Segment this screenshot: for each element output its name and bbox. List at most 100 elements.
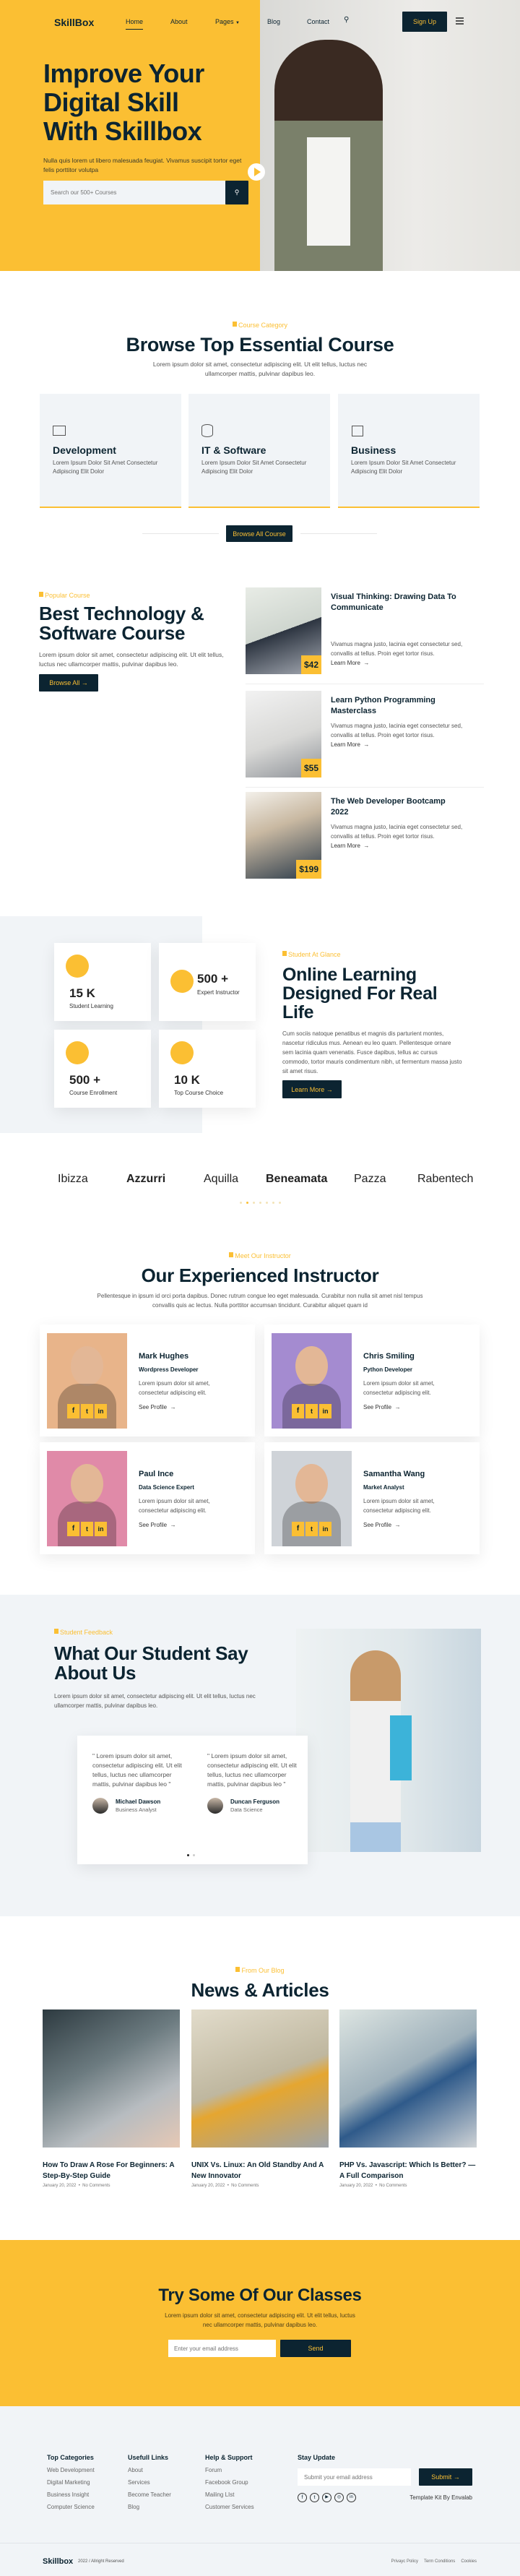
instructor-name: Chris Smiling [363, 1352, 415, 1361]
cta-email-input[interactable] [168, 2340, 276, 2357]
carousel-dots[interactable] [187, 1854, 195, 1856]
arrow-right-icon: → [363, 741, 370, 748]
footer-column-title: Help & Support [205, 2454, 253, 2461]
footer-credit[interactable]: Template Kit By Envalab [390, 2494, 472, 2501]
footer-link[interactable]: Digital Marketing [47, 2479, 95, 2486]
category-text: Lorem Ipsum Dolor Sit Amet Consectetur A… [202, 460, 307, 475]
footer-link[interactable]: Become Teacher [128, 2491, 171, 2498]
news-title[interactable]: UNIX Vs. Linux: An Old Standby And A New… [191, 2160, 329, 2181]
button-label: Submit [431, 2473, 452, 2481]
linkedin-icon[interactable]: in [95, 1522, 107, 1536]
news-date: January 20, 2022 [43, 2184, 77, 2188]
footer-link[interactable]: Blog [128, 2504, 171, 2510]
cookies-link[interactable]: Cookies [461, 2559, 477, 2564]
search-icon[interactable]: ⚲ [344, 16, 349, 24]
instagram-icon[interactable]: ◎ [334, 2493, 344, 2502]
see-profile-link[interactable]: See Profile → [363, 1404, 401, 1410]
instructor-role: Market Analyst [363, 1484, 404, 1491]
twitter-icon[interactable]: t [306, 1522, 318, 1536]
instructor-text: Lorem ipsum dolor sit amet, consectetur … [139, 1498, 210, 1514]
category-card[interactable]: IT & Software Lorem Ipsum Dolor Sit Amet… [188, 394, 330, 508]
search-button[interactable]: ⚲ [225, 181, 248, 204]
footer-link[interactable]: Web Development [47, 2467, 95, 2473]
see-profile-link[interactable]: See Profile → [363, 1522, 401, 1528]
footer-email-input[interactable] [298, 2468, 411, 2486]
terms-link[interactable]: Term Conditions [424, 2559, 455, 2564]
news-comments[interactable]: No Comments [82, 2184, 110, 2188]
see-profile-link[interactable]: See Profile → [139, 1522, 176, 1528]
nav-about[interactable]: About [170, 18, 188, 25]
nav-home[interactable]: Home [126, 18, 144, 30]
nav-blog[interactable]: Blog [267, 18, 280, 25]
news-title[interactable]: How To Draw A Rose For Beginners: A Step… [43, 2160, 180, 2181]
learn-more-link[interactable]: Learn More → [331, 660, 369, 666]
send-button[interactable]: Send [280, 2340, 351, 2357]
link-label: Learn More [331, 843, 360, 849]
course-item[interactable]: $42 Visual Thinking: Drawing Data To Com… [246, 587, 484, 676]
twitter-icon[interactable]: t [310, 2493, 319, 2502]
youtube-icon[interactable]: ▶ [322, 2493, 332, 2502]
course-title[interactable]: Visual Thinking: Drawing Data To Communi… [331, 592, 464, 613]
facebook-icon[interactable]: f [67, 1522, 79, 1536]
course-title[interactable]: The Web Developer Bootcamp 2022 [331, 796, 464, 818]
footer-link[interactable]: Customer Services [205, 2504, 254, 2510]
logo[interactable]: SkillBox [54, 17, 94, 28]
news-title[interactable]: PHP Vs. Javascript: Which Is Better? — A… [339, 2160, 477, 2181]
twitter-icon[interactable]: t [81, 1522, 93, 1536]
course-title[interactable]: Learn Python Programming Masterclass [331, 695, 464, 717]
course-item[interactable]: $55 Learn Python Programming Masterclass… [246, 691, 484, 779]
section-text: Lorem ipsum dolor sit amet, consectetur … [54, 1693, 256, 1709]
linkedin-icon[interactable]: in [319, 1404, 332, 1418]
footer-link[interactable]: Facebook Group [205, 2479, 254, 2486]
stat-card: 500 + Expert Instructor [159, 943, 256, 1021]
hero: SkillBox Home About Pages ▼ Blog Contact… [0, 0, 520, 271]
category-card[interactable]: Development Lorem Ipsum Dolor Sit Amet C… [40, 394, 181, 508]
browse-all-course-button[interactable]: Browse All Course [226, 525, 292, 542]
privacy-link[interactable]: Privayc Policy [391, 2559, 418, 2564]
footer-link[interactable]: About [128, 2467, 171, 2473]
news-card[interactable]: UNIX Vs. Linux: An Old Standby And A New… [191, 2009, 329, 2188]
signup-button[interactable]: Sign Up [402, 12, 447, 32]
footer-link[interactable]: Mailing LIst [205, 2491, 254, 2498]
briefcase-icon [352, 426, 363, 436]
facebook-icon[interactable]: f [298, 2493, 307, 2502]
play-button[interactable] [248, 163, 265, 181]
course-item[interactable]: $199 The Web Developer Bootcamp 2022 Viv… [246, 792, 484, 880]
news-comments[interactable]: No Comments [379, 2184, 407, 2188]
learn-more-link[interactable]: Learn More → [331, 741, 369, 748]
news-comments[interactable]: No Comments [231, 2184, 259, 2188]
section-text: Cum sociis natoque penatibus et magnis d… [282, 1030, 462, 1074]
news-card[interactable]: PHP Vs. Javascript: Which Is Better? — A… [339, 2009, 477, 2188]
course-search-input[interactable] [43, 181, 225, 204]
learn-more-link[interactable]: Learn More → [331, 843, 369, 849]
carousel-dots[interactable] [238, 1202, 282, 1204]
twitter-icon[interactable]: t [81, 1404, 93, 1418]
learn-more-button[interactable]: Learn More → [282, 1080, 342, 1098]
linkedin-icon[interactable]: in [319, 1522, 332, 1536]
facebook-icon[interactable]: f [67, 1404, 79, 1418]
nav-contact[interactable]: Contact [307, 18, 329, 25]
monitor-icon [53, 426, 66, 436]
see-profile-link[interactable]: See Profile → [139, 1404, 176, 1410]
footer-link[interactable]: Forum [205, 2467, 254, 2473]
category-title: Development [53, 444, 116, 456]
footer-submit-button[interactable]: Submit → [419, 2468, 472, 2486]
nav-pages[interactable]: Pages ▼ [215, 18, 240, 25]
testimonial-name: Duncan Ferguson [230, 1799, 280, 1805]
category-card[interactable]: Business Lorem Ipsum Dolor Sit Amet Cons… [338, 394, 480, 508]
hamburger-menu-icon[interactable] [456, 17, 464, 25]
news-card[interactable]: How To Draw A Rose For Beginners: A Step… [43, 2009, 180, 2188]
footer-link[interactable]: Computer Science [47, 2504, 95, 2510]
footer-link[interactable]: Business Insight [47, 2491, 95, 2498]
footer-logo[interactable]: Skillbox [43, 2557, 73, 2566]
instructor-text: Lorem ipsum dolor sit amet, consectetur … [363, 1380, 435, 1396]
browse-all-button[interactable]: Browse All → [39, 674, 98, 692]
facebook-icon[interactable]: f [292, 1404, 304, 1418]
linkedin-icon[interactable]: in [347, 2493, 356, 2502]
title-line: What Our Student Say [54, 1642, 248, 1664]
course-text: Vivamus magna justo, lacinia eget consec… [331, 723, 463, 738]
facebook-icon[interactable]: f [292, 1522, 304, 1536]
twitter-icon[interactable]: t [306, 1404, 318, 1418]
linkedin-icon[interactable]: in [95, 1404, 107, 1418]
footer-link[interactable]: Services [128, 2479, 171, 2486]
